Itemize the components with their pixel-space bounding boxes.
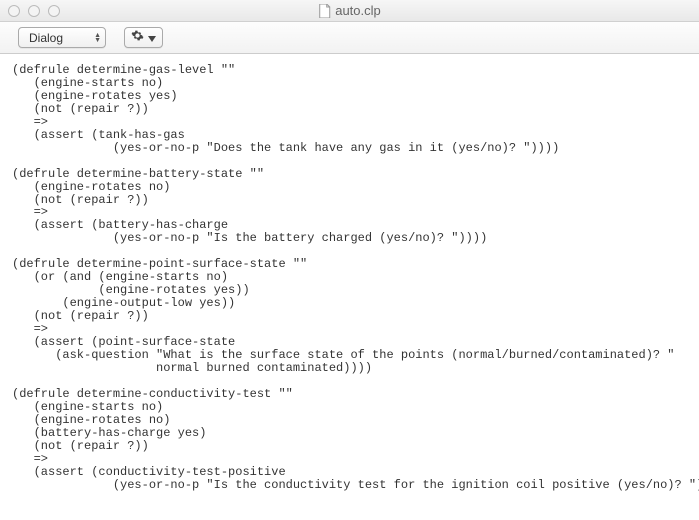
code-editor[interactable]: (defrule determine-gas-level "" (engine-… <box>0 54 699 520</box>
chevron-down-icon <box>148 29 156 47</box>
window-title: auto.clp <box>318 3 381 18</box>
file-icon <box>318 4 330 18</box>
close-button[interactable] <box>8 5 20 17</box>
toolbar: Dialog ▲▼ <box>0 22 699 54</box>
gear-menu-button[interactable] <box>124 27 163 48</box>
dropdown-label: Dialog <box>29 31 63 45</box>
gear-icon <box>131 29 144 47</box>
window-title-text: auto.clp <box>335 3 381 18</box>
window-titlebar: auto.clp <box>0 0 699 22</box>
minimize-button[interactable] <box>28 5 40 17</box>
zoom-button[interactable] <box>48 5 60 17</box>
syntax-dropdown[interactable]: Dialog ▲▼ <box>18 27 106 48</box>
traffic-lights <box>0 5 60 17</box>
updown-arrows-icon: ▲▼ <box>94 33 101 43</box>
